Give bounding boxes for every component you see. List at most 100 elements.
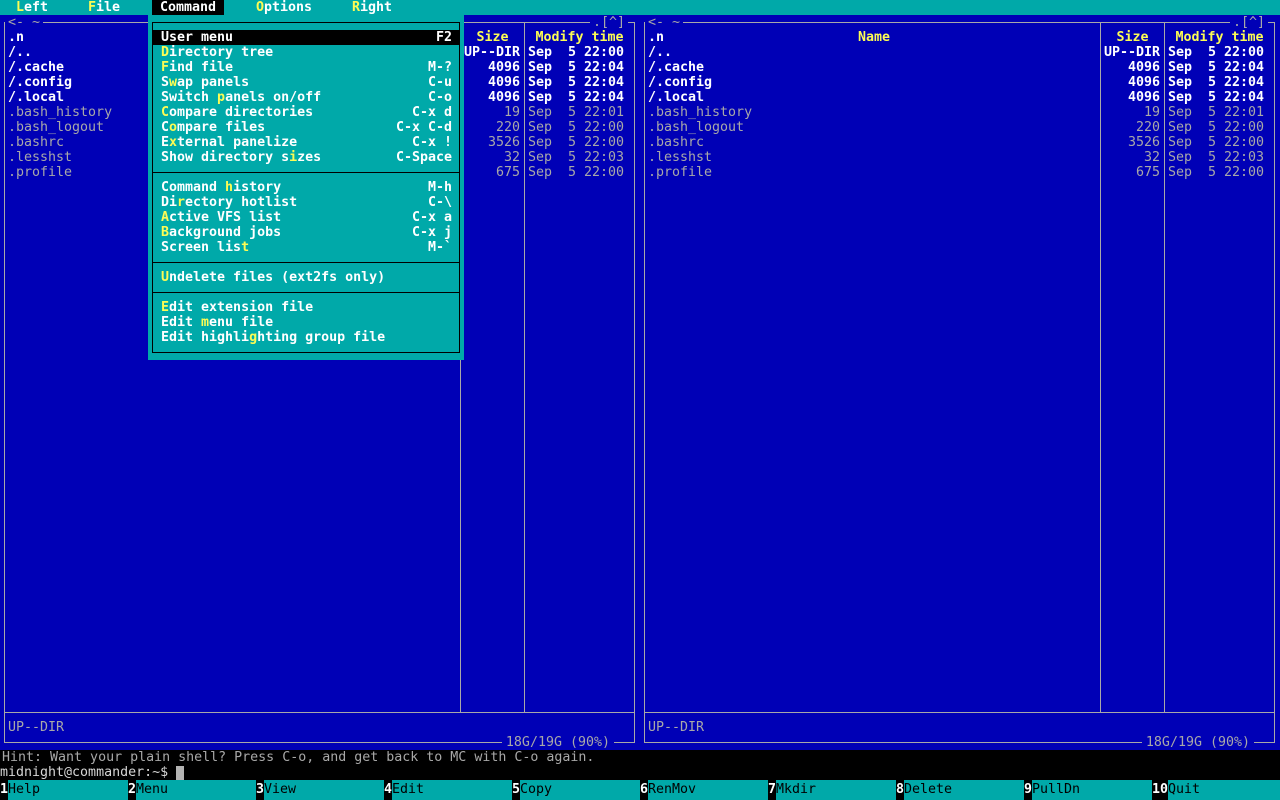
file-name: /.config [648,75,713,90]
left-panel-history-button[interactable]: .[^] [589,15,628,30]
left-panel-disk-usage: 18G/19G (90%) [501,735,614,750]
file-row[interactable]: .bash_logout 220 Sep 5 22:00 [645,120,1275,135]
menu-shortcut: C-x d [411,105,452,120]
menu-item-active-vfs-list[interactable]: Active VFS list C-x a [153,210,459,225]
file-name: .bash_logout [648,120,745,135]
menu-item-find-file[interactable]: Find file M-? [153,60,459,75]
menu-separator [152,292,460,293]
fkey-4-edit[interactable]: 4 Edit [384,780,512,800]
menubar-item-right[interactable]: Right [344,0,400,15]
fkey-7-mkdir[interactable]: 7 Mkdir [768,780,896,800]
left-panel-status-separator [5,712,635,713]
right-panel-column-mtime[interactable]: Modify time [1165,30,1274,45]
file-size: 19 [1143,105,1160,120]
menubar-right-hotkey: R [352,0,361,15]
fkey-9-pulldn[interactable]: 9 PullDn [1024,780,1152,800]
right-panel-column-size[interactable]: Size [1101,30,1164,45]
menu-item-directory-tree[interactable]: Directory tree [153,45,459,60]
right-panel-disk-usage: 18G/19G (90%) [1141,735,1254,750]
left-panel-path: <- ~ [5,15,44,30]
file-size: 675 [1135,165,1160,180]
menu-item-edit-menu-file[interactable]: Edit menu file [153,315,459,330]
right-panel-history-button[interactable]: .[^] [1229,15,1268,30]
file-size: 675 [495,165,520,180]
menu-shortcut: C-x j [411,225,452,240]
fkey-label: Quit [1168,780,1280,800]
command-line-input[interactable]: midnight@commander:~$ [0,765,1280,780]
fkey-1-help[interactable]: 1 Help [0,780,128,800]
menubar-file-hotkey: F [88,0,97,15]
file-row[interactable]: .bashrc 3526 Sep 5 22:00 [645,135,1275,150]
fkey-8-delete[interactable]: 8 Delete [896,780,1024,800]
menu-item-background-jobs[interactable]: Background jobs C-x j [153,225,459,240]
menu-separator [152,262,460,263]
menu-item-external-panelize[interactable]: External panelize C-x ! [153,135,459,150]
menu-item-swap-panels[interactable]: Swap panels C-u [153,75,459,90]
file-size: 4096 [1127,60,1160,75]
file-row[interactable]: /.. UP--DIR Sep 5 22:00 [645,45,1275,60]
fkey-6-renmov[interactable]: 6 RenMov [640,780,768,800]
fkey-3-view[interactable]: 3 View [256,780,384,800]
menu-item-show-directory-sizes[interactable]: Show directory sizes C-Space [153,150,459,165]
file-mtime: Sep 5 22:00 [1168,165,1265,180]
right-panel-mini-status: UP--DIR [648,720,705,735]
fkey-2-menu[interactable]: 2 Menu [128,780,256,800]
fkey-label: PullDn [1032,780,1152,800]
fkey-number: 4 [384,782,393,797]
menu-shortcut: C-\ [427,195,452,210]
fkey-label: Mkdir [776,780,896,800]
menu-item-compare-files[interactable]: Compare files C-x C-d [153,120,459,135]
menubar-file-label: ile [96,0,121,15]
menu-item-edit-highlighting-group-file[interactable]: Edit highlighting group file [153,330,459,345]
menu-item-switch-panels-on-off[interactable]: Switch panels on/off C-o [153,90,459,105]
shell-prompt: midnight@commander:~$ [0,765,169,780]
right-panel-column-name[interactable]: Name [648,30,1100,45]
file-name: /.local [648,90,705,105]
menubar-item-command[interactable]: Command [152,0,225,15]
menubar-options-label: ptions [264,0,313,15]
file-name: /.. [648,45,673,60]
fkey-5-copy[interactable]: 5 Copy [512,780,640,800]
menubar-command-hotkey: C [160,0,169,15]
file-row[interactable]: .lesshst 32 Sep 5 22:03 [645,150,1275,165]
menu-shortcut: C-Space [395,150,452,165]
fkey-label: Help [8,780,128,800]
file-mtime: Sep 5 22:04 [528,75,625,90]
fkey-label: View [264,780,384,800]
file-size: 220 [495,120,520,135]
file-name: /.local [8,90,65,105]
file-mtime: Sep 5 22:03 [528,150,625,165]
menu-separator [152,172,460,173]
fkey-label: Edit [392,780,512,800]
menu-shortcut: M-` [427,240,452,255]
menubar-item-options[interactable]: Options [248,0,320,15]
menu-item-undelete-files[interactable]: Undelete files (ext2fs only) [153,270,459,285]
left-panel-column-size[interactable]: Size [461,30,524,45]
file-mtime: Sep 5 22:00 [528,135,625,150]
menubar-item-left[interactable]: Left [8,0,56,15]
fkey-number: 6 [640,782,649,797]
menu-shortcut: C-x a [411,210,452,225]
left-panel-column-mtime[interactable]: Modify time [525,30,634,45]
file-row[interactable]: /.local 4096 Sep 5 22:04 [645,90,1275,105]
file-row[interactable]: /.config 4096 Sep 5 22:04 [645,75,1275,90]
file-row[interactable]: .bash_history 19 Sep 5 22:01 [645,105,1275,120]
menu-item-command-history[interactable]: Command history M-h [153,180,459,195]
file-row[interactable]: /.cache 4096 Sep 5 22:04 [645,60,1275,75]
fkey-10-quit[interactable]: 10 Quit [1152,780,1280,800]
file-name: .bashrc [648,135,705,150]
menu-item-user-menu[interactable]: User menu F2 [153,30,459,45]
menu-item-screen-list[interactable]: Screen list M-` [153,240,459,255]
file-name: /.cache [648,60,705,75]
menu-item-edit-extension-file[interactable]: Edit extension file [153,300,459,315]
file-mtime: Sep 5 22:04 [1168,60,1265,75]
menubar-item-file[interactable]: File [80,0,128,15]
file-row[interactable]: .profile 675 Sep 5 22:00 [645,165,1275,180]
menu-item-compare-directories[interactable]: Compare directories C-x d [153,105,459,120]
file-name: .bash_history [8,105,113,120]
file-name: .bash_history [648,105,753,120]
menu-item-directory-hotlist[interactable]: Directory hotlist C-\ [153,195,459,210]
file-size: 32 [503,150,520,165]
right-panel: <- ~ .[^] .n Name Size Modify time /.. UP… [640,15,1280,750]
file-mtime: Sep 5 22:00 [528,45,625,60]
